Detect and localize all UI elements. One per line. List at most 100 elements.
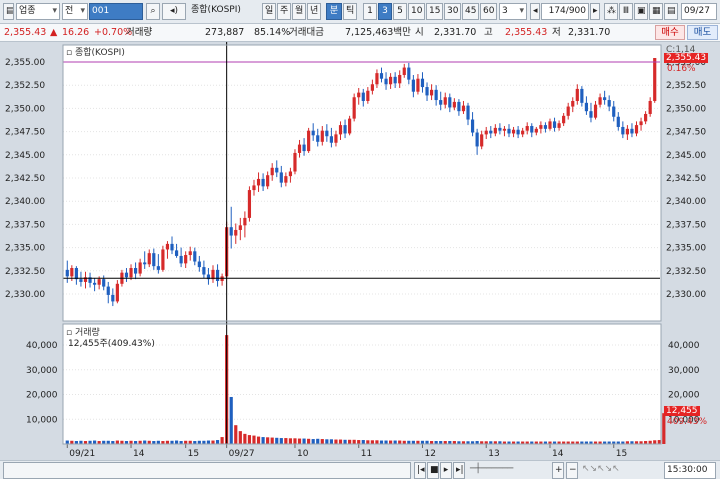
zoom-out-icon[interactable]: −	[566, 462, 578, 479]
interval-10[interactable]: 10	[408, 3, 425, 20]
volume-bar	[325, 439, 329, 444]
low-label: 저	[552, 27, 561, 38]
candle-body	[129, 268, 133, 278]
interval-select[interactable]: 3	[499, 3, 527, 20]
interval-1[interactable]: 1	[363, 3, 377, 20]
volume-bar	[256, 436, 261, 444]
volume-bar	[261, 437, 265, 444]
volume-bar	[288, 438, 293, 444]
candle-body	[329, 136, 333, 143]
interval-30[interactable]: 30	[444, 3, 461, 20]
save-icon[interactable]: ▣	[634, 3, 648, 20]
calendar-icon[interactable]: ▤	[664, 3, 678, 20]
candle-body	[70, 268, 74, 277]
zoom-slider[interactable]: ─┼──────	[468, 462, 548, 479]
play-icon[interactable]: ▸	[440, 462, 452, 479]
period-month[interactable]: 월	[292, 3, 306, 20]
grid-icon[interactable]: ▦	[649, 3, 663, 20]
y-tick-label-left: 2,337.50	[5, 220, 45, 230]
sell-button[interactable]: 매도	[687, 25, 718, 40]
scroll-right-icon[interactable]: ▸	[590, 3, 600, 20]
candle-body	[302, 144, 306, 152]
candle-body	[275, 167, 279, 173]
candle-body	[161, 249, 165, 270]
menu-icon[interactable]: ▤	[3, 3, 14, 20]
y-tick-label-right: 2,342.50	[666, 174, 706, 184]
candle-body	[357, 92, 361, 98]
volume-bar	[357, 440, 361, 444]
type-select[interactable]: 전	[62, 3, 88, 20]
candle-body	[470, 119, 475, 133]
horizontal-scrollbar[interactable]	[3, 462, 411, 479]
date-field[interactable]: 09/27	[681, 3, 717, 20]
candle-body	[525, 126, 529, 131]
volume-bar	[143, 440, 147, 444]
candle-body	[580, 88, 584, 103]
candle-body	[562, 115, 566, 124]
candle-body	[74, 268, 78, 280]
y-tick-label-left: 2,350.00	[5, 104, 45, 114]
interval-45[interactable]: 45	[462, 3, 479, 20]
candle-body	[398, 74, 402, 84]
period-week[interactable]: 주	[277, 3, 291, 20]
volume-tick-label-right: 40,000	[668, 341, 700, 351]
candle-body	[366, 90, 370, 101]
candle-body	[548, 121, 552, 129]
candle-body	[530, 126, 534, 133]
candle-body	[593, 104, 598, 118]
candle-body	[648, 100, 652, 114]
time-field[interactable]: 15:30:00	[664, 462, 716, 479]
candle-body	[521, 130, 525, 135]
interval-3[interactable]: 3	[378, 3, 392, 20]
scroll-left-icon[interactable]: ◂	[530, 3, 540, 20]
candle-body	[152, 253, 156, 267]
bars-icon[interactable]: Ⅲ	[619, 3, 633, 20]
change-value: 16.26	[62, 27, 90, 38]
settings-icon[interactable]: ⁂	[604, 3, 618, 20]
candle-body	[311, 130, 315, 136]
chart-canvas[interactable]: 2,355.00 2,355.002,352.50 2,352.502,350.00…	[0, 42, 720, 479]
open-label: 시	[415, 27, 424, 38]
candle-body	[334, 134, 338, 143]
index-name: 종합(KOSPI)	[191, 5, 241, 15]
first-page-icon[interactable]: |◂	[414, 462, 426, 479]
buy-button[interactable]: 매수	[655, 25, 685, 40]
period-tick[interactable]: 틱	[343, 3, 357, 20]
stop-icon[interactable]: ■	[427, 462, 439, 479]
period-year[interactable]: 년	[307, 3, 321, 20]
volume-bar	[338, 439, 343, 444]
period-minute[interactable]: 분	[326, 3, 342, 20]
volume-tick-label-left: 10,000	[26, 415, 58, 425]
volume-bar	[361, 440, 365, 444]
candle-body	[279, 172, 283, 183]
volume-bar	[393, 440, 397, 444]
volume-bar	[329, 439, 333, 444]
candle-body	[256, 178, 261, 186]
interval-15[interactable]: 15	[426, 3, 443, 20]
candle-body	[325, 130, 329, 137]
candle-body	[630, 128, 634, 134]
volume-bar	[266, 437, 270, 444]
interval-5[interactable]: 5	[393, 3, 407, 20]
period-day[interactable]: 일	[262, 3, 276, 20]
volume-tick-label-right: 20,000	[668, 391, 700, 401]
candle-body	[598, 97, 602, 105]
candle-body	[234, 229, 238, 236]
market-select[interactable]: 업종	[16, 3, 60, 20]
code-input[interactable]: 001	[89, 3, 143, 20]
search-icon[interactable]: ⌕	[146, 3, 160, 20]
candle-body	[539, 125, 543, 129]
y-tick-label-right: 2,332.50	[666, 267, 706, 277]
candle-body	[247, 190, 252, 218]
candle-body	[124, 272, 129, 278]
y-tick-label-left: 2,345.00	[5, 151, 45, 161]
candle-body	[493, 127, 497, 134]
price-panel-border	[62, 44, 662, 322]
count-field[interactable]: 174/900	[541, 3, 589, 20]
zoom-in-icon[interactable]: +	[552, 462, 564, 479]
interval-60[interactable]: 60	[480, 3, 497, 20]
last-page-icon[interactable]: ▸|	[453, 462, 465, 479]
candle-body	[452, 101, 456, 108]
draw-tools[interactable]: ↖↘↖↘↖	[580, 462, 660, 479]
sound-icon[interactable]: ◂)	[162, 3, 186, 20]
